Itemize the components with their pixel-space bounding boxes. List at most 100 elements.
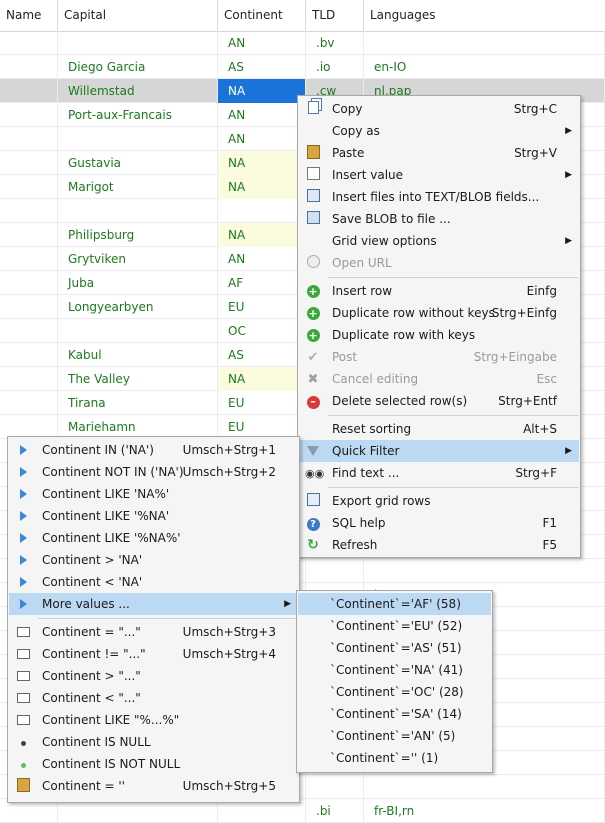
cell-name[interactable] <box>0 79 58 103</box>
cell-name[interactable] <box>0 367 58 391</box>
menu-item-delete-selected-row-s[interactable]: – Delete selected row(s) Strg+Entf <box>299 390 579 412</box>
cell-capital[interactable]: Philipsburg <box>58 223 218 247</box>
cell-name[interactable] <box>0 391 58 415</box>
menu-item-continent[interactable]: Continent = '' Umsch+Strg+5 <box>9 775 298 797</box>
cell-continent[interactable]: AS <box>218 55 306 79</box>
menu-item-continent-na-41[interactable]: `Continent`='NA' (41) <box>298 659 491 681</box>
menu-item-continent-eu-52[interactable]: `Continent`='EU' (52) <box>298 615 491 637</box>
menu-item-continent-like[interactable]: Continent LIKE "%...%" <box>9 709 298 731</box>
menu-item-continent-1[interactable]: `Continent`='' (1) <box>298 747 491 769</box>
cell-continent[interactable]: AF <box>218 271 306 295</box>
cell-capital[interactable]: Willemstad <box>58 79 218 103</box>
menu-item-quick-filter[interactable]: Quick Filter ▶ <box>299 440 579 462</box>
menu-item-export-grid-rows[interactable]: Export grid rows <box>299 490 579 512</box>
menu-item-continent-like-na[interactable]: Continent LIKE '%NA%' <box>9 527 298 549</box>
cell-name[interactable] <box>0 175 58 199</box>
column-header-capital[interactable]: Capital <box>58 0 218 31</box>
cell-capital[interactable]: Juba <box>58 271 218 295</box>
menu-item-more-values[interactable]: More values ... ▶ <box>9 593 298 615</box>
cell-capital[interactable]: Grytviken <box>58 247 218 271</box>
cell-tld[interactable]: .bi <box>306 799 364 823</box>
cell-tld[interactable] <box>306 775 364 799</box>
cell-continent[interactable]: AN <box>218 103 306 127</box>
menu-item-refresh[interactable]: ↻ Refresh F5 <box>299 534 579 556</box>
menu-item-copy[interactable]: Copy Strg+C <box>299 98 579 120</box>
cell-capital[interactable]: Marigot <box>58 175 218 199</box>
cell-continent[interactable]: AS <box>218 343 306 367</box>
cell-continent[interactable]: EU <box>218 295 306 319</box>
cell-continent[interactable]: AN <box>218 127 306 151</box>
cell-tld[interactable]: .io <box>306 55 364 79</box>
cell-continent[interactable]: OC <box>218 319 306 343</box>
menu-item-cancel-editing[interactable]: ✖ Cancel editing Esc <box>299 368 579 390</box>
column-header-name[interactable]: Name <box>0 0 58 31</box>
cell-continent[interactable]: EU <box>218 391 306 415</box>
cell-capital[interactable]: Tirana <box>58 391 218 415</box>
cell-name[interactable] <box>0 223 58 247</box>
cell-continent[interactable]: NA <box>218 223 306 247</box>
cell-continent[interactable]: NA <box>218 151 306 175</box>
cell-continent[interactable]: NA <box>218 175 306 199</box>
cell-capital[interactable] <box>58 31 218 55</box>
cell-capital[interactable]: Diego Garcia <box>58 55 218 79</box>
cell-capital[interactable] <box>58 199 218 223</box>
cell-capital[interactable]: Longyearbyen <box>58 295 218 319</box>
menu-item-continent-as-51[interactable]: `Continent`='AS' (51) <box>298 637 491 659</box>
menu-item-continent-like-na[interactable]: Continent LIKE '%NA' <box>9 505 298 527</box>
menu-item-save-blob-to-file[interactable]: Save BLOB to file ... <box>299 208 579 230</box>
menu-item-insert-files-into-text-blob-fields[interactable]: Insert files into TEXT/BLOB fields... <box>299 186 579 208</box>
menu-item-open-url[interactable]: Open URL <box>299 252 579 274</box>
cell-name[interactable] <box>0 319 58 343</box>
column-header-tld[interactable]: TLD <box>306 0 364 31</box>
menu-item-continent-na[interactable]: Continent > 'NA' <box>9 549 298 571</box>
column-header-languages[interactable]: Languages <box>364 0 605 31</box>
cell-capital[interactable]: The Valley <box>58 367 218 391</box>
cell-name[interactable] <box>0 343 58 367</box>
cell-name[interactable] <box>0 55 58 79</box>
menu-item-grid-view-options[interactable]: Grid view options ▶ <box>299 230 579 252</box>
menu-item-paste[interactable]: Paste Strg+V <box>299 142 579 164</box>
cell-tld[interactable] <box>306 559 364 583</box>
cell-name[interactable] <box>0 295 58 319</box>
cell-name[interactable] <box>0 127 58 151</box>
cell-continent[interactable]: AN <box>218 247 306 271</box>
cell-name[interactable] <box>0 151 58 175</box>
cell-languages[interactable] <box>364 559 605 583</box>
menu-item-find-text[interactable]: ◉◉ Find text ... Strg+F <box>299 462 579 484</box>
menu-item-continent-is-not-null[interactable]: Continent IS NOT NULL <box>9 753 298 775</box>
menu-item-reset-sorting[interactable]: Reset sorting Alt+S <box>299 418 579 440</box>
menu-item-continent[interactable]: Continent < "..." <box>9 687 298 709</box>
menu-item-continent-like-na[interactable]: Continent LIKE 'NA%' <box>9 483 298 505</box>
cell-continent[interactable]: NA <box>218 79 306 103</box>
menu-item-continent-in-na[interactable]: Continent IN ('NA') Umsch+Strg+1 <box>9 439 298 461</box>
menu-item-continent-sa-14[interactable]: `Continent`='SA' (14) <box>298 703 491 725</box>
menu-item-continent[interactable]: Continent = "..." Umsch+Strg+3 <box>9 621 298 643</box>
menu-item-continent-oc-28[interactable]: `Continent`='OC' (28) <box>298 681 491 703</box>
menu-item-continent-af-58[interactable]: `Continent`='AF' (58) <box>298 593 491 615</box>
cell-continent[interactable]: AN <box>218 31 306 55</box>
menu-item-continent-not-in-na[interactable]: Continent NOT IN ('NA') Umsch+Strg+2 <box>9 461 298 483</box>
cell-name[interactable] <box>0 271 58 295</box>
cell-languages[interactable]: en-IO <box>364 55 605 79</box>
menu-item-insert-value[interactable]: Insert value ▶ <box>299 164 579 186</box>
cell-languages[interactable]: fr-BI,rn <box>364 799 605 823</box>
menu-item-continent-na[interactable]: Continent < 'NA' <box>9 571 298 593</box>
cell-capital[interactable]: Kabul <box>58 343 218 367</box>
table-row[interactable]: AN .bv <box>0 31 605 55</box>
cell-capital[interactable] <box>58 127 218 151</box>
menu-item-continent-an-5[interactable]: `Continent`='AN' (5) <box>298 725 491 747</box>
menu-item-post[interactable]: ✔ Post Strg+Eingabe <box>299 346 579 368</box>
menu-item-duplicate-row-with-keys[interactable]: + Duplicate row with keys <box>299 324 579 346</box>
cell-languages[interactable] <box>364 31 605 55</box>
cell-languages[interactable] <box>364 775 605 799</box>
cell-capital[interactable]: Port-aux-Francais <box>58 103 218 127</box>
cell-capital[interactable]: Gustavia <box>58 151 218 175</box>
cell-capital[interactable] <box>58 319 218 343</box>
table-row[interactable]: Diego Garcia AS .io en-IO <box>0 55 605 79</box>
menu-item-continent[interactable]: Continent != "..." Umsch+Strg+4 <box>9 643 298 665</box>
cell-continent[interactable]: NA <box>218 367 306 391</box>
menu-item-continent[interactable]: Continent > "..." <box>9 665 298 687</box>
cell-tld[interactable]: .bv <box>306 31 364 55</box>
menu-item-copy-as[interactable]: Copy as ▶ <box>299 120 579 142</box>
menu-item-continent-is-null[interactable]: Continent IS NULL <box>9 731 298 753</box>
